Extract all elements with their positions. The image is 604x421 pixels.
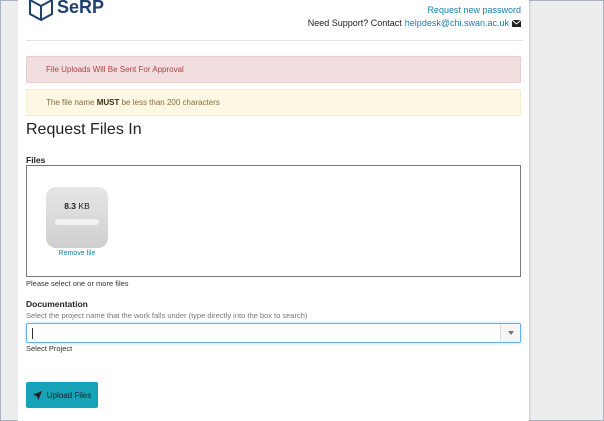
filename-alert-suffix: be less than 200 characters: [121, 98, 220, 107]
documentation-hint: Select the project name that the work fa…: [26, 311, 308, 320]
approval-alert: File Uploads Will Be Sent For Approval: [26, 56, 521, 83]
paper-plane-icon: [32, 390, 42, 400]
file-size-value: 8.3: [64, 201, 77, 211]
support-text: Need Support? Contact: [307, 18, 402, 28]
support-line: Need Support? Contact helpdesk@chi.swan.…: [308, 17, 521, 30]
text-cursor: [32, 328, 33, 339]
file-name-bar: [55, 219, 99, 225]
files-help-text: Please select one or more files: [26, 279, 129, 288]
select-project-caption: Select Project: [26, 344, 73, 353]
file-size-unit: KB: [78, 201, 90, 211]
filename-alert: The file name MUST be less than 200 char…: [26, 89, 521, 116]
page-container: SeRP Request new password Need Support? …: [18, 0, 529, 421]
serp-logo[interactable]: SeRP: [28, 0, 104, 22]
documentation-label: Documentation: [26, 299, 88, 309]
upload-files-button[interactable]: Upload Files: [26, 382, 98, 408]
select-dropdown-button[interactable]: [500, 324, 520, 342]
filename-alert-prefix: The file name: [46, 98, 95, 107]
filename-alert-emphasis: MUST: [96, 98, 120, 107]
envelope-icon: [512, 20, 521, 27]
file-size: 8.3 KB: [46, 201, 108, 211]
header-divider: [26, 40, 523, 41]
chevron-down-icon: [507, 331, 514, 335]
upload-files-label: Upload Files: [46, 390, 92, 400]
logo-text: SeRP: [57, 0, 105, 17]
file-dropzone[interactable]: 8.3 KB Remove file: [26, 165, 521, 277]
request-password-link[interactable]: Request new password: [427, 5, 521, 15]
project-select[interactable]: [26, 323, 521, 343]
cube-logo-icon: [29, 0, 53, 22]
approval-alert-text: File Uploads Will Be Sent For Approval: [46, 65, 184, 74]
files-label: Files: [26, 155, 46, 165]
page-title: Request Files In: [26, 121, 142, 138]
file-preview: 8.3 KB: [46, 187, 108, 248]
header-links: Request new password Need Support? Conta…: [308, 4, 521, 30]
remove-file-link[interactable]: Remove file: [46, 250, 108, 257]
support-email-link[interactable]: helpdesk@chi.swan.ac.uk: [405, 17, 509, 30]
